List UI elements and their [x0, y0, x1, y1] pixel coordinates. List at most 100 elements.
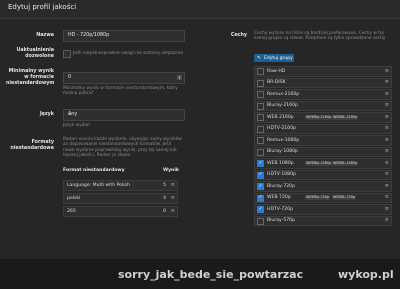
quality-checkbox[interactable]: [257, 114, 264, 122]
quality-name: HDTV-1080p: [267, 172, 296, 178]
drag-handle-icon[interactable]: ≡: [385, 114, 389, 120]
min-score-input[interactable]: 0 ⇕: [63, 72, 185, 84]
drag-handle-icon[interactable]: ≡: [171, 182, 175, 188]
quality-row[interactable]: HDTV-1080p ≡: [254, 169, 392, 181]
custom-format-score[interactable]: 5: [163, 183, 166, 188]
quality-row[interactable]: Bluray-2160p ≡: [254, 100, 392, 112]
quality-name: Raw-HD: [267, 68, 286, 74]
quality-name: Bluray-1080p: [267, 149, 298, 155]
drag-handle-icon[interactable]: ≡: [385, 160, 389, 166]
score-column-header: Wynik: [163, 168, 179, 173]
custom-format-name: Language: Multi with Polish: [67, 183, 130, 188]
language-label: Język: [39, 112, 54, 117]
quality-row[interactable]: Bluray-1080p ≡: [254, 146, 392, 158]
upgrades-label: Uaktualnienia dozwolone: [16, 48, 54, 59]
drag-handle-icon[interactable]: ≡: [385, 206, 389, 212]
quality-checkbox[interactable]: [257, 183, 264, 191]
custom-format-row[interactable]: polski 4 ≡: [63, 193, 178, 204]
quality-checkbox[interactable]: [257, 160, 264, 168]
quality-name: Bluray-720p: [267, 183, 296, 189]
drag-handle-icon[interactable]: ≡: [385, 91, 389, 97]
quality-checkbox[interactable]: [257, 171, 264, 179]
quality-row[interactable]: Raw-HD ≡: [254, 66, 392, 77]
quality-checkbox[interactable]: [257, 148, 264, 156]
custom-format-score[interactable]: 0: [163, 209, 166, 214]
quality-tag: WEBDL-720p: [332, 195, 357, 201]
quality-checkbox[interactable]: [257, 137, 264, 145]
drag-handle-icon[interactable]: ≡: [171, 208, 175, 214]
quality-checkbox[interactable]: [257, 206, 264, 214]
quality-name: Bluray-2160p: [267, 103, 298, 109]
quality-checkbox[interactable]: [257, 194, 264, 202]
custom-format-name: 265: [67, 209, 76, 214]
quality-row[interactable]: Bluray-576p ≡: [254, 215, 392, 227]
drag-handle-icon[interactable]: ≡: [385, 194, 389, 200]
quality-row[interactable]: WEB 2160p WEBRip-2160p WEBDL-2160p ≡: [254, 112, 392, 123]
min-score-label: Minimalny wynik w formacie niestandardow…: [6, 69, 55, 86]
quality-checkbox[interactable]: [257, 79, 264, 87]
drag-handle-icon[interactable]: ≡: [385, 137, 389, 143]
custom-format-row[interactable]: 265 0 ≡: [63, 206, 178, 217]
quality-name: BR-DISK: [267, 80, 286, 86]
quality-name: HDTV-2160p: [267, 126, 296, 132]
name-label: Nazwa: [36, 33, 54, 38]
quality-name: Remux-2160p: [267, 91, 300, 97]
drag-handle-icon[interactable]: ≡: [385, 102, 389, 108]
quality-row[interactable]: WEB 720p WEBRip-720pWEBDL-720p ≡: [254, 192, 392, 204]
quality-name: Remux-1080p: [267, 137, 300, 143]
dialog-body: Nazwa HD - 720p/1080p Uaktualnienia dozw…: [0, 19, 400, 259]
quality-row[interactable]: WEB 1080p WEBRip-1080pWEBDL-1080p ≡: [254, 158, 392, 169]
quality-row[interactable]: BR-DISK ≡: [254, 77, 392, 89]
min-score-stepper[interactable]: ⇕: [177, 75, 182, 80]
quality-tag: WEBRip-2160p: [305, 114, 333, 120]
username: sorry_jak_bede_sie_powtarzac: [118, 268, 304, 281]
drag-handle-icon[interactable]: ≡: [385, 148, 389, 154]
quality-row[interactable]: HDTV-2160p ≡: [254, 123, 392, 135]
quality-row[interactable]: Bluray-720p ≡: [254, 181, 392, 192]
upgrades-help: Jeśli niepełnosprawne uwagi nie zostaną …: [73, 51, 184, 56]
quality-tag: WEBRip-720p: [305, 195, 331, 201]
chevron-down-icon: ⌄: [68, 112, 73, 117]
custom-formats-help: Radarr ocenia każde wydanie, używając su…: [63, 137, 182, 159]
quality-name: WEB 720p: [267, 195, 291, 201]
min-score-value: 0: [68, 75, 72, 80]
edit-groups-button[interactable]: ✎ Edytuj grupy: [254, 54, 294, 62]
quality-row[interactable]: Remux-1080p ≡: [254, 135, 392, 146]
qualities-help: Cechy wyższe na liście są bardziej prefe…: [254, 31, 386, 42]
upgrades-checkbox[interactable]: [63, 50, 71, 58]
quality-checkbox[interactable]: [257, 102, 264, 110]
custom-format-column-header: Format niestandardowy: [63, 168, 125, 173]
quality-checkbox[interactable]: [257, 217, 264, 225]
quality-name: WEB 2160p: [267, 114, 294, 120]
name-input[interactable]: HD - 720p/1080p: [63, 30, 185, 42]
quality-checkbox[interactable]: [257, 91, 264, 99]
custom-format-row[interactable]: Language: Multi with Polish 5 ≡: [63, 180, 178, 191]
footer-bar: sorry_jak_bede_sie_powtarzac wykop.pl: [0, 259, 400, 289]
quality-row[interactable]: HDTV-720p ≡: [254, 204, 392, 215]
custom-format-score[interactable]: 4: [163, 196, 166, 201]
wykop-logo: wykop.pl: [338, 268, 394, 281]
quality-tag: WEBDL-2160p: [332, 114, 359, 120]
dialog-title: Edytuj profil jakości: [8, 3, 77, 11]
quality-checkbox[interactable]: [257, 125, 264, 133]
drag-handle-icon[interactable]: ≡: [385, 217, 389, 223]
quality-row[interactable]: Remux-2160p ≡: [254, 89, 392, 100]
custom-formats-label: Formaty niestandardowe: [10, 140, 54, 151]
name-value: HD - 720p/1080p: [68, 33, 110, 38]
quality-checkbox[interactable]: [257, 68, 264, 76]
quality-name: HDTV-720p: [267, 206, 294, 212]
drag-handle-icon[interactable]: ≡: [171, 195, 175, 201]
edit-groups-label: Edytuj grupy: [264, 55, 293, 61]
custom-format-name: polski: [67, 196, 81, 201]
dialog-header: Edytuj profil jakości: [0, 0, 400, 19]
drag-handle-icon[interactable]: ≡: [385, 125, 389, 131]
min-score-help: Minimalny wynik w formacie niestandardow…: [63, 86, 178, 97]
language-select[interactable]: Any ⌄: [63, 109, 185, 121]
qualities-label: Cechy: [230, 33, 247, 38]
drag-handle-icon[interactable]: ≡: [385, 68, 389, 74]
quality-tag: WEBRip-1080p: [305, 160, 333, 166]
drag-handle-icon[interactable]: ≡: [385, 183, 389, 189]
drag-handle-icon[interactable]: ≡: [385, 171, 389, 177]
drag-handle-icon[interactable]: ≡: [385, 79, 389, 85]
edit-icon: ✎: [257, 55, 261, 61]
